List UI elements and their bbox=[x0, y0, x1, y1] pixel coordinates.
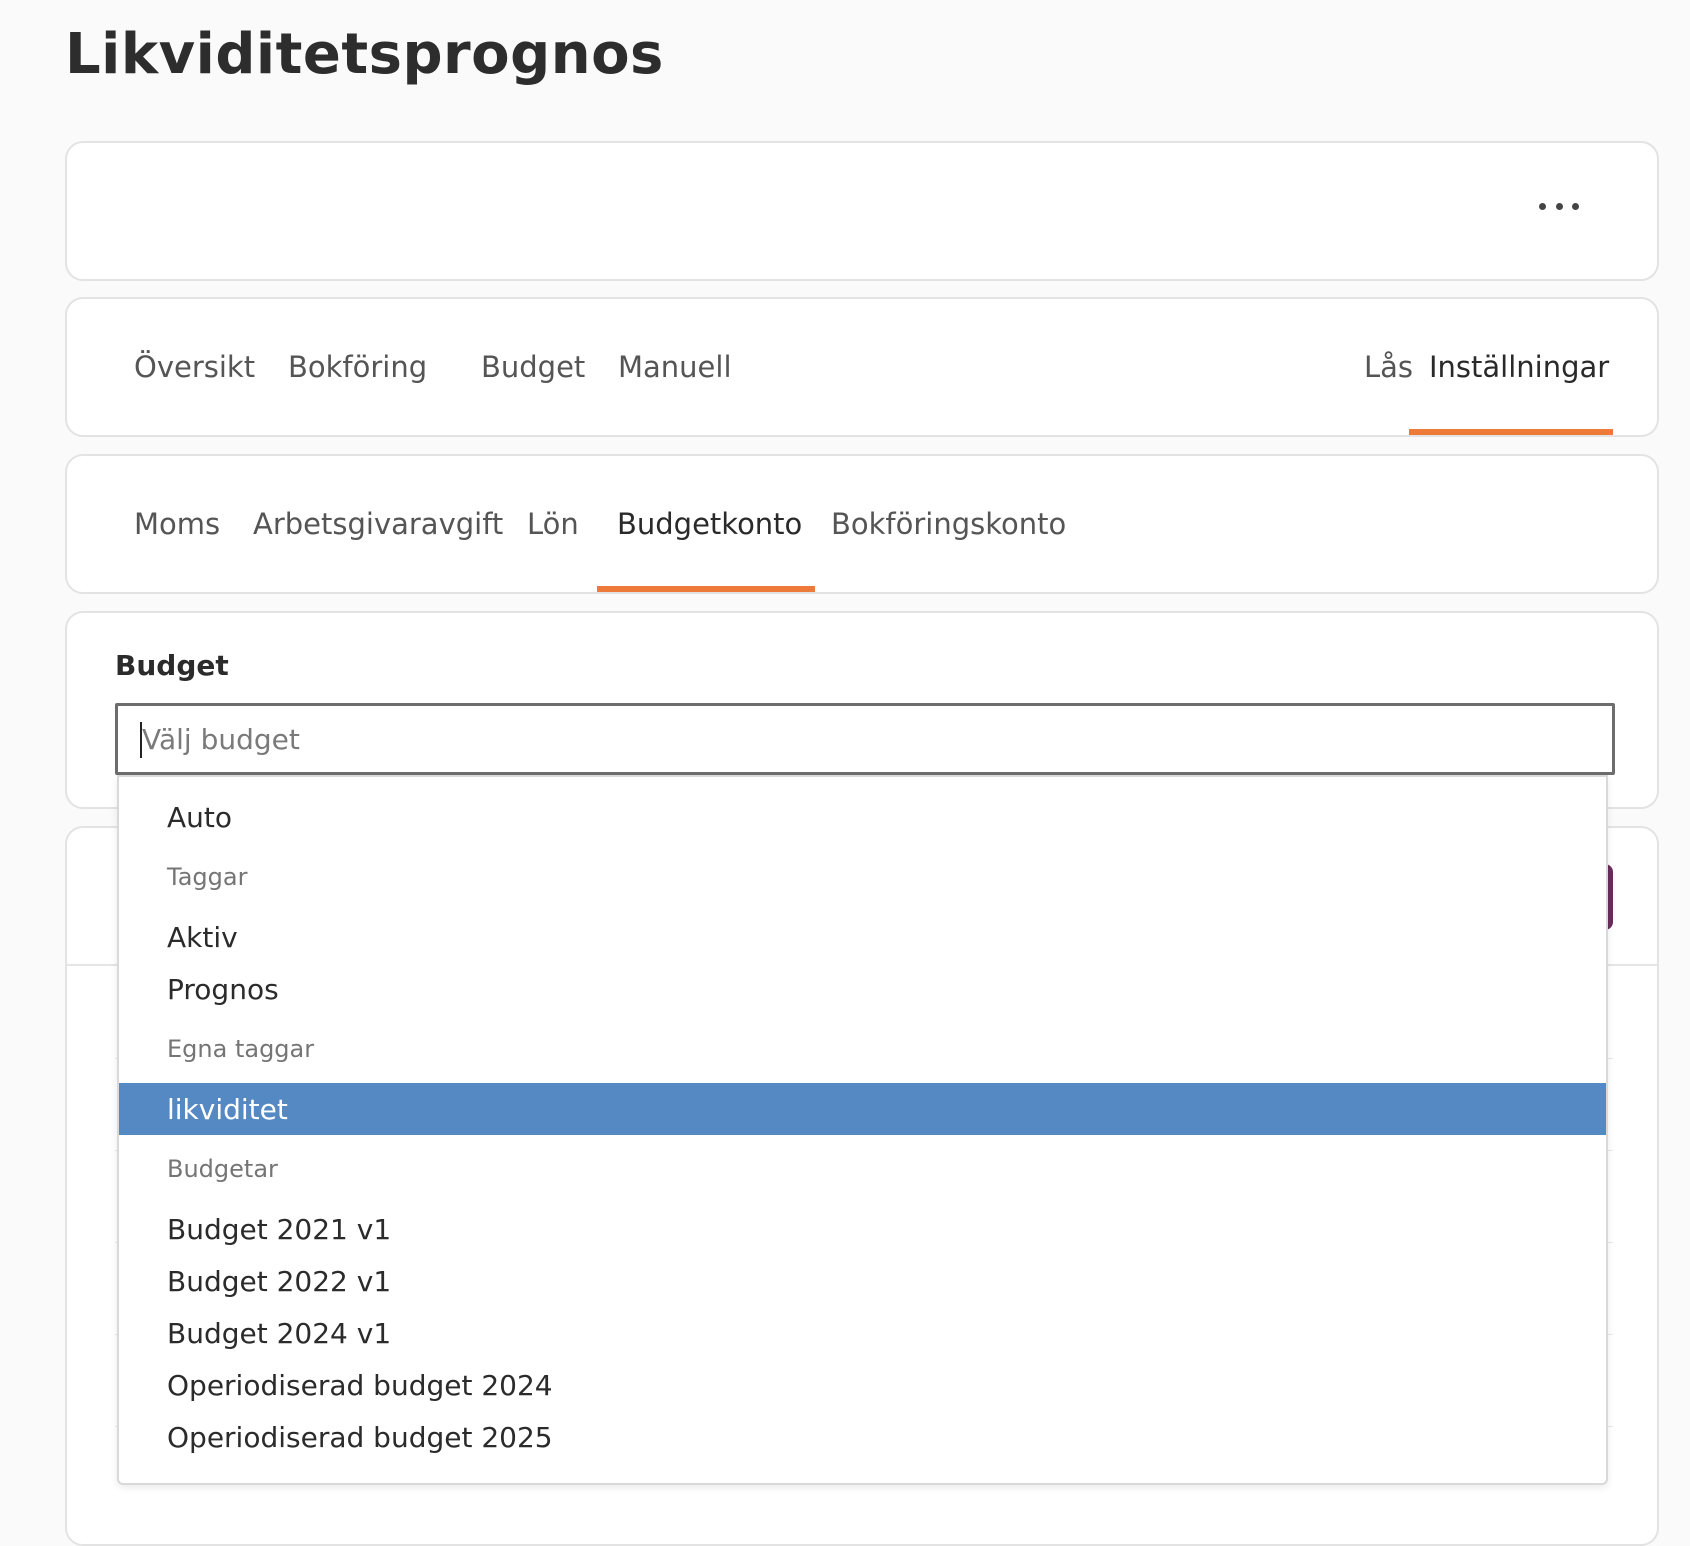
tab-oversikt[interactable]: Översikt bbox=[114, 299, 275, 435]
dot bbox=[1539, 202, 1546, 210]
option-prognos[interactable]: Prognos bbox=[119, 963, 1606, 1015]
budget-dropdown-list: Auto Taggar Aktiv Prognos Egna taggar li… bbox=[117, 775, 1608, 1485]
option-budget-2022-v1[interactable]: Budget 2022 v1 bbox=[119, 1255, 1606, 1307]
tab-budgetkonto[interactable]: Budgetkonto bbox=[597, 456, 815, 592]
tab-arbetsgivaravgift[interactable]: Arbetsgivaravgift bbox=[233, 456, 523, 592]
budget-select-input[interactable] bbox=[115, 703, 1615, 775]
option-operiodiserad-budget-2025[interactable]: Operiodiserad budget 2025 bbox=[119, 1411, 1606, 1463]
group-label-budgetar: Budgetar bbox=[167, 1155, 278, 1183]
option-aktiv[interactable]: Aktiv bbox=[119, 911, 1606, 963]
option-auto[interactable]: Auto bbox=[119, 791, 1606, 843]
option-budget-2024-v1[interactable]: Budget 2024 v1 bbox=[119, 1307, 1606, 1359]
option-operiodiserad-budget-2024[interactable]: Operiodiserad budget 2024 bbox=[119, 1359, 1606, 1411]
tab-bokforing[interactable]: Bokföring bbox=[268, 299, 447, 435]
main-tabbar: Översikt Bokföring Budget Manuell Lås In… bbox=[65, 297, 1659, 437]
option-budget-2021-v1[interactable]: Budget 2021 v1 bbox=[119, 1203, 1606, 1255]
tab-manuell[interactable]: Manuell bbox=[598, 299, 752, 435]
option-likviditet[interactable]: likviditet bbox=[119, 1083, 1606, 1135]
tab-budget[interactable]: Budget bbox=[461, 299, 605, 435]
dot bbox=[1555, 202, 1563, 210]
group-label-egna-taggar: Egna taggar bbox=[167, 1035, 315, 1063]
dot bbox=[1572, 202, 1579, 210]
budget-field-label: Budget bbox=[115, 649, 229, 682]
toolbar-card bbox=[65, 141, 1659, 281]
tab-installningar[interactable]: Inställningar bbox=[1409, 299, 1613, 435]
tab-bokforingskonto[interactable]: Bokföringskonto bbox=[811, 456, 1086, 592]
settings-tabbar: Moms Arbetsgivaravgift Lön Budgetkonto B… bbox=[65, 454, 1659, 594]
group-label-taggar: Taggar bbox=[167, 863, 248, 891]
text-cursor bbox=[140, 722, 142, 758]
more-options-icon[interactable] bbox=[1539, 191, 1579, 221]
tab-lon[interactable]: Lön bbox=[507, 456, 599, 592]
tab-moms[interactable]: Moms bbox=[114, 456, 240, 592]
page-title: Likviditetsprognos bbox=[65, 22, 664, 87]
